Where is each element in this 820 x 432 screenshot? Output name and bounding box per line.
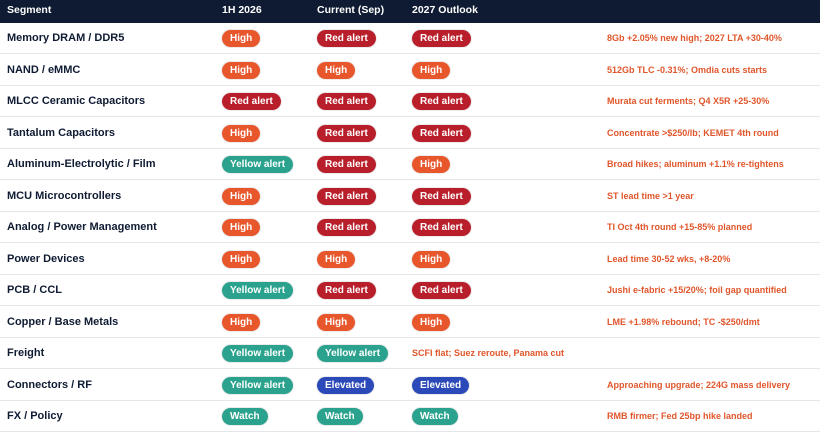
status-badge-outlook: Red alert bbox=[412, 124, 471, 142]
table-row: MLCC Ceramic Capacitors Red alert Red aler… bbox=[0, 86, 820, 117]
status-badge-1h-2026: Yellow alert bbox=[222, 156, 294, 173]
status-badge-outlook: Red alert bbox=[412, 30, 471, 47]
status-badge-1h-2026: High bbox=[222, 250, 261, 268]
row-segment-label: NAND / eMMC bbox=[7, 63, 81, 76]
table-row: Copper / Base Metals High High High LME +1.9… bbox=[0, 307, 820, 338]
status-badge-1h-2026: Yellow alert bbox=[222, 376, 294, 394]
header-1h-2026: 1H 2026 bbox=[222, 4, 262, 16]
row-segment-label: Aluminum-Electrolytic / Film bbox=[7, 158, 156, 170]
status-badge-outlook: High bbox=[412, 313, 451, 331]
table-row: MCU Microcontrollers High Red alert Red ale… bbox=[0, 181, 820, 212]
status-badge-current: Watch bbox=[317, 408, 363, 425]
status-badge-current: Red alert bbox=[317, 219, 376, 236]
table-row: Aluminum-Electrolytic / Film Yellow alert… bbox=[0, 149, 820, 180]
row-segment-label: Tantalum Capacitors bbox=[7, 126, 115, 139]
row-note: TI Oct 4th round +15-85% planned bbox=[607, 222, 753, 232]
row-note: Murata cut ferments; Q4 X5R +25-30% bbox=[607, 96, 770, 106]
table-row: PCB / CCL Yellow alert Red alert Red alert J… bbox=[0, 275, 820, 306]
status-badge-current: High bbox=[317, 313, 356, 331]
status-badge-outlook: Red alert bbox=[412, 219, 471, 236]
status-badge-current: Yellow alert bbox=[317, 345, 389, 362]
row-segment-label: PCB / CCL bbox=[7, 284, 62, 296]
status-badge-current: Red alert bbox=[317, 93, 376, 110]
status-badge-outlook: High bbox=[412, 250, 451, 268]
header-2027-outlook: 2027 Outlook bbox=[412, 4, 478, 16]
table-row: NAND / eMMC High High High 512Gb TLC -0.31%;… bbox=[0, 55, 820, 86]
status-badge-1h-2026: Red alert bbox=[222, 93, 281, 110]
table-row: Analog / Power Management High Red alert Re… bbox=[0, 212, 820, 243]
row-segment-label: Power Devices bbox=[7, 252, 85, 265]
status-badge-1h-2026: High bbox=[222, 61, 261, 79]
row-note: 512Gb TLC -0.31%; Omdia cuts starts bbox=[607, 64, 768, 75]
status-badge-outlook: Elevated bbox=[412, 376, 470, 394]
status-badge-1h-2026: Yellow alert bbox=[222, 345, 294, 362]
supply-risk-table: Segment 1H 2026 Current (Sep) 2027 Outlo… bbox=[0, 0, 820, 432]
status-badge-outlook: High bbox=[412, 61, 451, 79]
status-badge-current: Red alert bbox=[317, 30, 376, 47]
status-badge-1h-2026: Watch bbox=[222, 408, 268, 425]
status-badge-current: Red alert bbox=[317, 156, 376, 173]
row-note: ST lead time >1 year bbox=[607, 190, 694, 201]
status-badge-current: Red alert bbox=[317, 124, 376, 142]
status-badge-current: High bbox=[317, 61, 356, 79]
row-note: 8Gb +2.05% new high; 2027 LTA +30-40% bbox=[607, 33, 782, 43]
row-segment-label: MLCC Ceramic Capacitors bbox=[7, 95, 146, 107]
status-badge-1h-2026: High bbox=[222, 124, 261, 142]
row-segment-label: MCU Microcontrollers bbox=[7, 189, 122, 202]
status-badge-current: Red alert bbox=[317, 187, 376, 205]
row-note: Jushi e-fabric +15/20%; foil gap quantif… bbox=[607, 285, 787, 295]
row-segment-label: Memory DRAM / DDR5 bbox=[7, 32, 125, 44]
row-note: Approaching upgrade; 224G mass delivery bbox=[607, 379, 791, 390]
row-segment-label: Connectors / RF bbox=[7, 378, 92, 391]
row-segment-label: Analog / Power Management bbox=[7, 221, 157, 233]
status-badge-outlook: Red alert bbox=[412, 282, 471, 299]
status-badge-1h-2026: High bbox=[222, 30, 261, 47]
table-row: FX / Policy Watch Watch Watch RMB firmer; Fe… bbox=[0, 401, 820, 432]
status-badge-outlook: Watch bbox=[412, 408, 458, 425]
table-row: Tantalum Capacitors High Red alert Red aler… bbox=[0, 118, 820, 149]
status-badge-1h-2026: Yellow alert bbox=[222, 282, 294, 299]
table-header: Segment 1H 2026 Current (Sep) 2027 Outlo… bbox=[0, 0, 820, 23]
table-row: Connectors / RF Yellow alert Elevated Eleva… bbox=[0, 370, 820, 401]
table-row: Power Devices High High High Lead time 30-52… bbox=[0, 244, 820, 275]
status-badge-1h-2026: High bbox=[222, 313, 261, 331]
status-badge-1h-2026: High bbox=[222, 187, 261, 205]
table-row: Freight Yellow alert Yellow alert SCFI flat… bbox=[0, 338, 820, 369]
table-row: Memory DRAM / DDR5 High Red alert Red alert… bbox=[0, 23, 820, 54]
status-badge-outlook: Red alert bbox=[412, 187, 471, 205]
status-badge-outlook: High bbox=[412, 156, 451, 173]
status-badge-current: High bbox=[317, 250, 356, 268]
row-segment-label: Copper / Base Metals bbox=[7, 315, 119, 328]
row-note: RMB firmer; Fed 25bp hike landed bbox=[607, 411, 753, 421]
header-segment: Segment bbox=[7, 4, 52, 16]
status-badge-current: Red alert bbox=[317, 282, 376, 299]
row-segment-label: Freight bbox=[7, 347, 45, 359]
row-note: Lead time 30-52 wks, +8-20% bbox=[607, 253, 731, 264]
status-badge-current: Elevated bbox=[317, 376, 375, 394]
row-note: LME +1.98% rebound; TC -$250/dmt bbox=[607, 316, 760, 327]
status-badge-outlook: Red alert bbox=[412, 93, 471, 110]
row-note: SCFI flat; Suez reroute, Panama cut bbox=[412, 348, 565, 358]
row-segment-label: FX / Policy bbox=[7, 410, 63, 422]
status-badge-1h-2026: High bbox=[222, 219, 261, 236]
header-current: Current (Sep) bbox=[317, 4, 385, 16]
row-note: Broad hikes; aluminum +1.1% re-tightens bbox=[607, 159, 784, 169]
row-note: Concentrate >$250/lb; KEMET 4th round bbox=[607, 127, 779, 138]
